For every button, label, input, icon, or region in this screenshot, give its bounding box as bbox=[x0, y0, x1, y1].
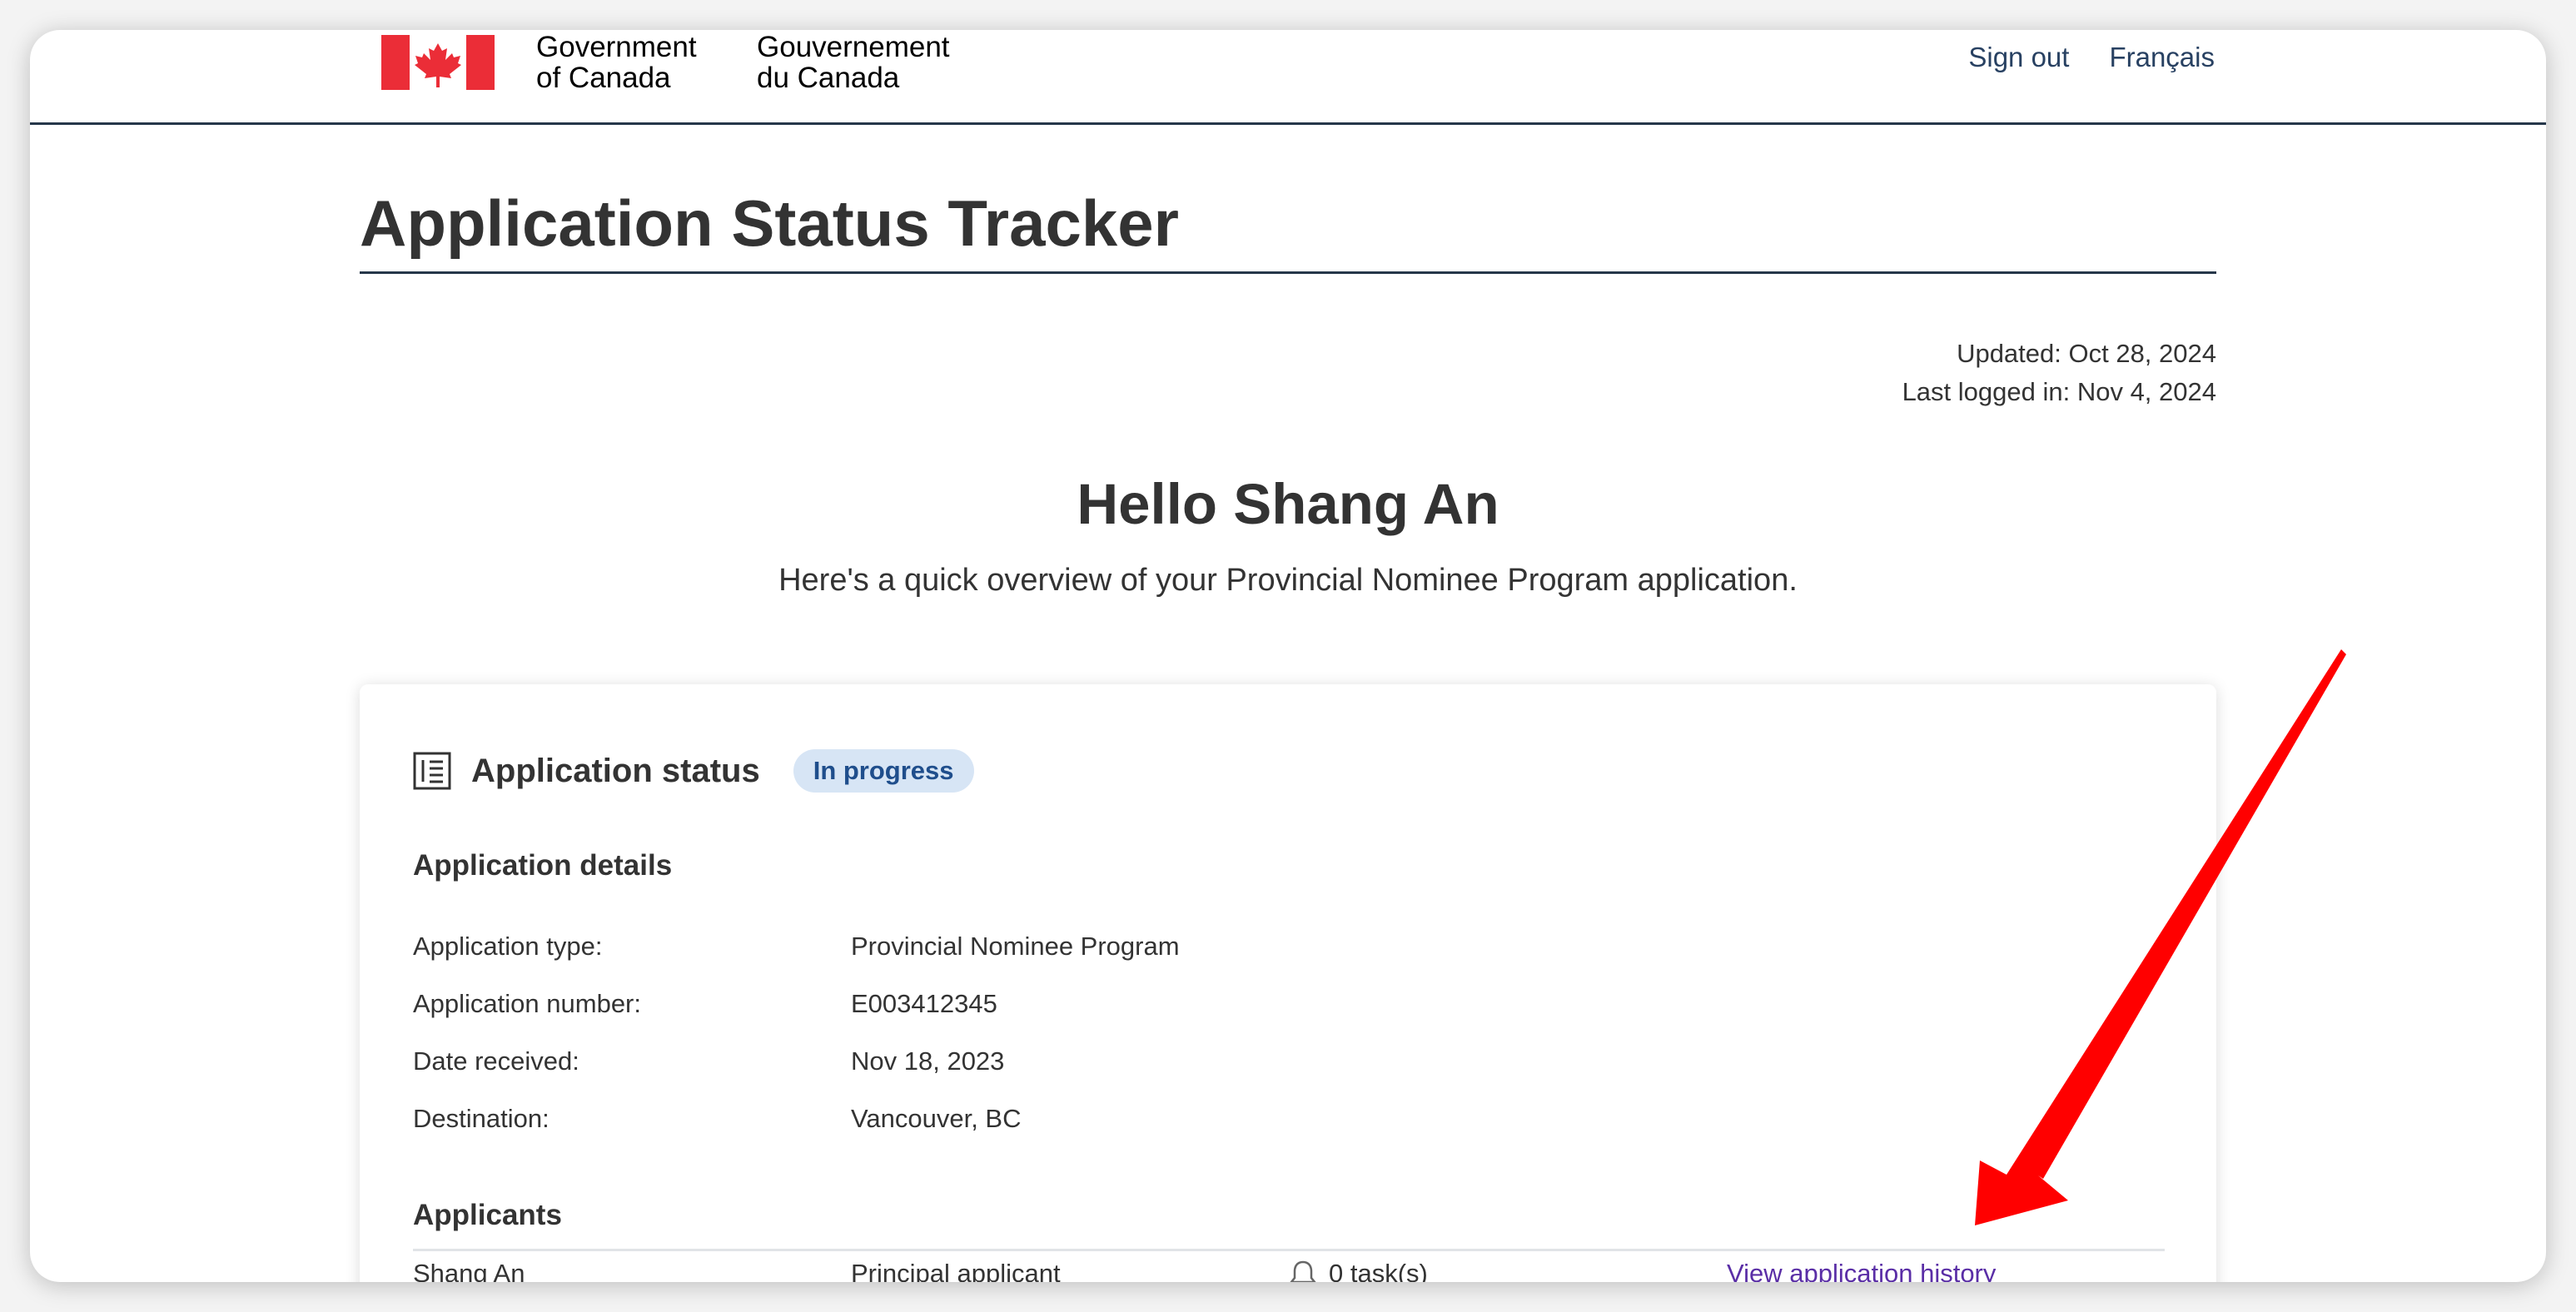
detail-row: Application number: E003412345 bbox=[413, 975, 1180, 1032]
detail-label: Application number: bbox=[413, 988, 641, 1018]
applicant-name: Shang An bbox=[413, 1259, 525, 1282]
applicant-row: Shang An Principal applicant 0 task(s) V… bbox=[413, 1259, 2161, 1282]
detail-value: E003412345 bbox=[851, 988, 997, 1018]
details-heading: Application details bbox=[413, 849, 673, 882]
update-meta: Updated: Oct 28, 2024 Last logged in: No… bbox=[1902, 335, 2216, 411]
detail-row: Application type: Provincial Nominee Pro… bbox=[413, 917, 1180, 975]
applicants-heading: Applicants bbox=[413, 1199, 562, 1231]
signature-french[interactable]: Gouvernement du Canada bbox=[757, 32, 950, 93]
signature-en-line1: Government bbox=[536, 31, 697, 63]
applicant-tasks: 0 task(s) bbox=[1289, 1259, 1727, 1282]
canada-flag-icon[interactable] bbox=[381, 35, 495, 90]
list-document-icon bbox=[413, 752, 451, 790]
signature-english[interactable]: Government of Canada bbox=[536, 32, 697, 93]
detail-label: Date received: bbox=[413, 1046, 579, 1076]
title-divider bbox=[360, 271, 2216, 274]
detail-row: Date received: Nov 18, 2023 bbox=[413, 1032, 1180, 1090]
applicants-divider bbox=[413, 1249, 2165, 1251]
details-list: Application type: Provincial Nominee Pro… bbox=[413, 917, 1180, 1147]
top-nav: Sign out Français bbox=[1968, 41, 2215, 74]
signature-fr-line1: Gouvernement bbox=[757, 31, 950, 63]
updated-date: Updated: Oct 28, 2024 bbox=[1957, 339, 2216, 368]
view-application-history-link[interactable]: View application history bbox=[1727, 1259, 1996, 1282]
application-status-card: Application status In progress Applicati… bbox=[360, 684, 2216, 1282]
bell-icon bbox=[1290, 1260, 1316, 1282]
last-logged-date: Last logged in: Nov 4, 2024 bbox=[1902, 377, 2216, 406]
task-count: 0 task(s) bbox=[1329, 1259, 1428, 1282]
signature-en-line2: of Canada bbox=[536, 62, 671, 94]
status-badge: In progress bbox=[793, 749, 974, 793]
detail-value: Vancouver, BC bbox=[851, 1103, 1022, 1133]
gc-header: Government of Canada Gouvernement du Can… bbox=[30, 30, 2546, 125]
signature-fr-line2: du Canada bbox=[757, 62, 900, 94]
detail-label: Application type: bbox=[413, 931, 603, 961]
overview-text: Here's a quick overview of your Provinci… bbox=[778, 563, 1798, 598]
detail-value: Provincial Nominee Program bbox=[851, 931, 1180, 961]
browser-window: Government of Canada Gouvernement du Can… bbox=[30, 30, 2546, 1282]
greeting-heading: Hello Shang An bbox=[1077, 472, 1499, 536]
detail-label: Destination: bbox=[413, 1103, 550, 1133]
applicant-role: Principal applicant bbox=[851, 1259, 1061, 1282]
detail-row: Destination: Vancouver, BC bbox=[413, 1090, 1180, 1147]
page-title: Application Status Tracker bbox=[360, 186, 1179, 260]
sign-out-link[interactable]: Sign out bbox=[1968, 41, 2069, 74]
detail-value: Nov 18, 2023 bbox=[851, 1046, 1005, 1076]
language-toggle-link[interactable]: Français bbox=[2109, 41, 2215, 74]
card-header: Application status In progress bbox=[413, 749, 974, 793]
card-title: Application status bbox=[471, 752, 760, 789]
